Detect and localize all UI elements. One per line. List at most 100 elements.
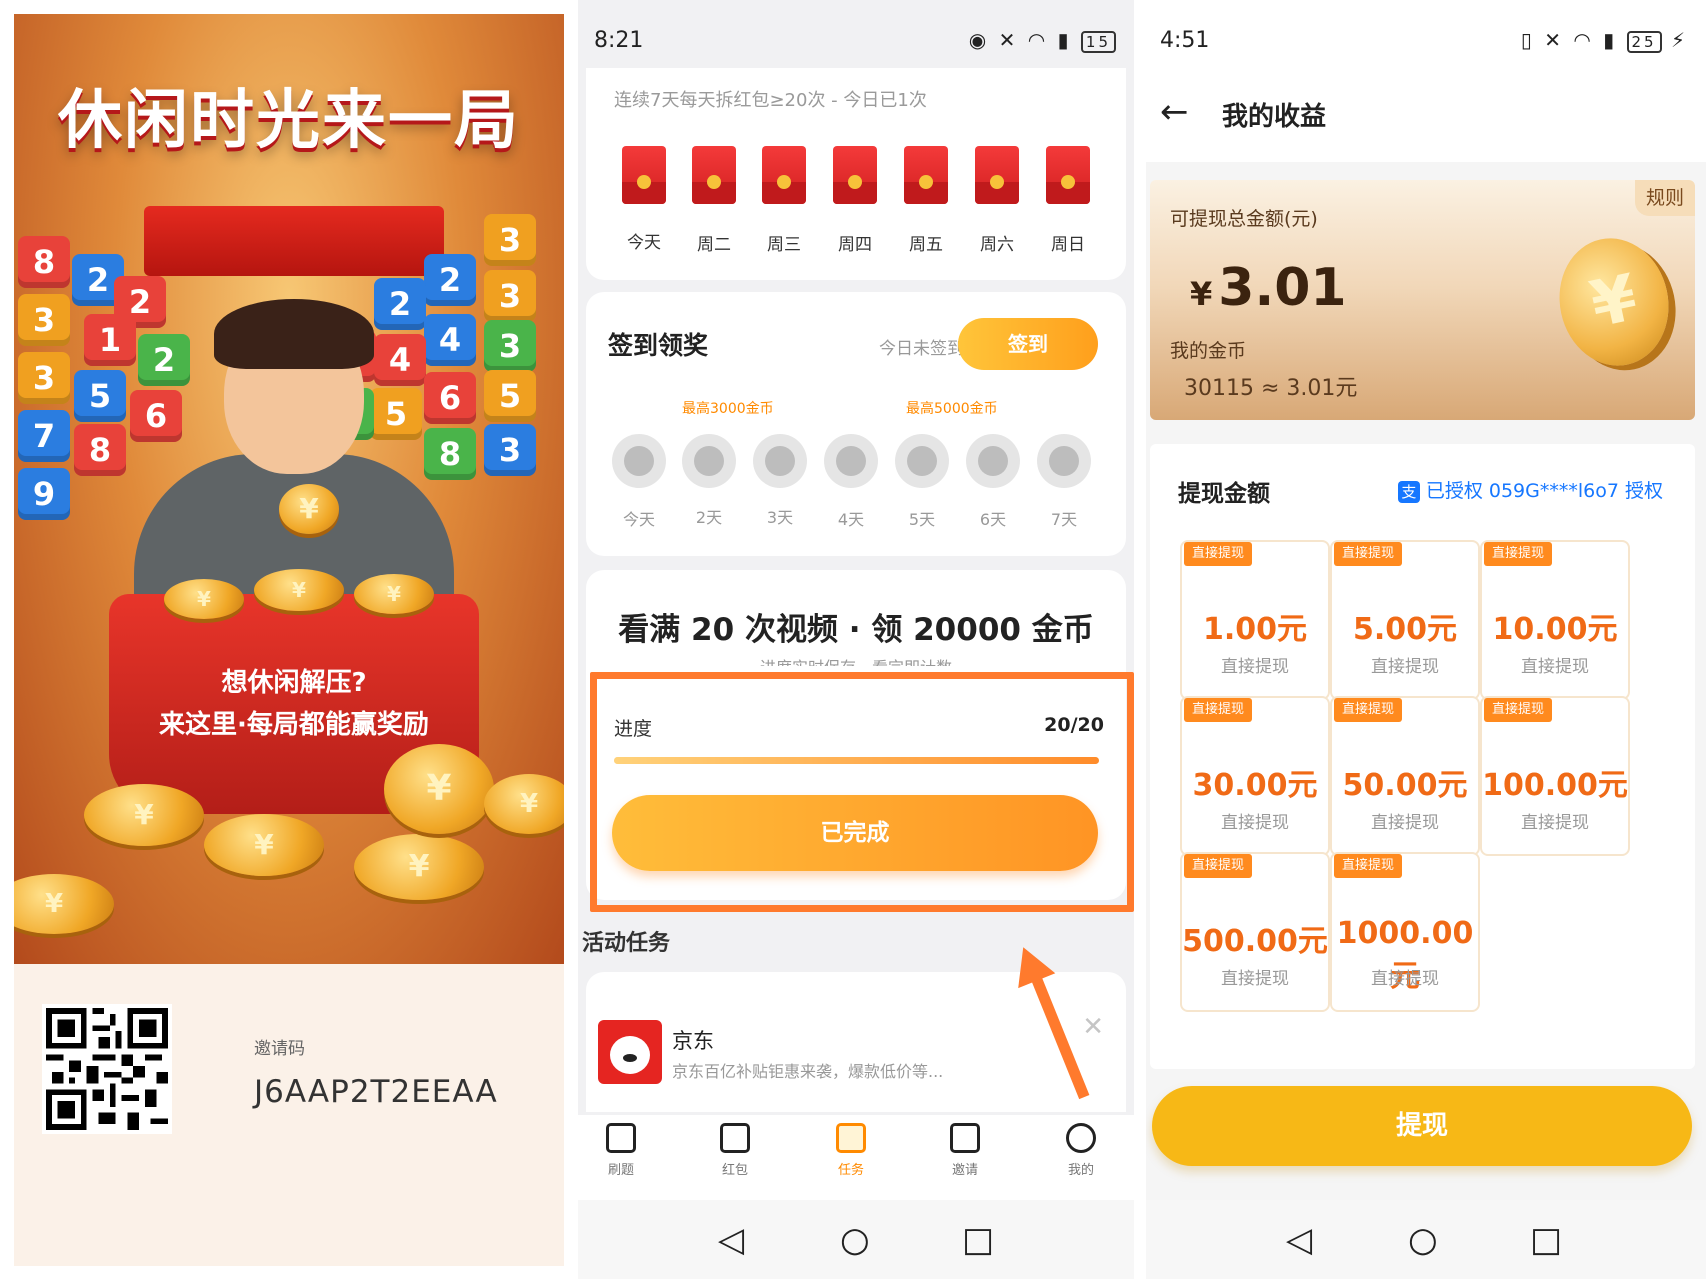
back-nav-icon[interactable]: ◁ xyxy=(718,1220,744,1260)
withdraw-card: 提现金额 支已授权 059G****l6o7 授权 直接提现 1.00元 直接提现直… xyxy=(1150,444,1695,1069)
withdraw-option-amount: 30.00元 xyxy=(1192,768,1318,803)
activity-item-desc: 京东百亿补贴钜惠来袭，爆款低价等... xyxy=(672,1062,944,1081)
auth-status[interactable]: 支已授权 059G****l6o7 授权 xyxy=(1397,476,1663,503)
red-envelope-icon[interactable] xyxy=(975,146,1019,204)
streak-day-label: 周三 xyxy=(767,235,801,255)
tab-tasks[interactable]: 任务 xyxy=(816,1123,886,1178)
recents-nav-icon[interactable]: □ xyxy=(962,1220,994,1260)
tab-label: 邀请 xyxy=(951,1163,978,1178)
number-tile: 2 xyxy=(138,334,190,386)
streak-day-label: 周二 xyxy=(697,235,731,255)
number-tile: 5 xyxy=(74,370,126,422)
signin-day-dot xyxy=(753,434,807,488)
number-tile: 1 xyxy=(84,314,136,366)
invite-code: J6AAP2T2EEAA xyxy=(254,1074,498,1110)
signin-day-label: 5天 xyxy=(908,510,936,529)
recents-nav-icon[interactable]: □ xyxy=(1530,1220,1562,1260)
withdraw-option[interactable]: 直接提现 5.00元 直接提现 xyxy=(1330,540,1480,700)
direct-withdraw-badge: 直接提现 xyxy=(1334,698,1403,722)
streak-day-label: 周六 xyxy=(980,235,1014,255)
direct-withdraw-badge: 直接提现 xyxy=(1484,542,1553,566)
withdraw-option-sub: 直接提现 xyxy=(1371,813,1439,833)
withdraw-button[interactable]: 提现 xyxy=(1152,1086,1692,1166)
pot-line-2: 来这里·每局都能赢奖励 xyxy=(159,710,429,740)
tab-invite[interactable]: 邀请 xyxy=(930,1123,1000,1178)
envelope-icon xyxy=(950,1123,980,1153)
withdraw-option-amount: 1.00元 xyxy=(1202,612,1308,647)
red-envelope-icon[interactable] xyxy=(692,146,736,204)
signin-title: 签到领奖 xyxy=(608,331,709,360)
balance-card: 规则 可提现总金额(元) ¥3.01 我的金币 30115 ≈ 3.01元 ¥ xyxy=(1150,180,1695,420)
coin-icon: ¥ xyxy=(484,774,564,834)
withdraw-option-sub: 直接提现 xyxy=(1221,657,1289,677)
home-nav-icon[interactable]: ○ xyxy=(1408,1220,1438,1260)
coins-value: 30115 ≈ 3.01元 xyxy=(1184,376,1358,401)
red-envelope-icon[interactable] xyxy=(622,146,666,204)
withdraw-option[interactable]: 直接提现 100.00元 直接提现 xyxy=(1480,696,1630,856)
tab-label: 红包 xyxy=(721,1163,748,1178)
poster-footer: 邀请码 J6AAP2T2EEAA xyxy=(14,964,564,1266)
coin-icon: ¥ xyxy=(14,874,114,934)
withdraw-option-amount: 10.00元 xyxy=(1492,612,1618,647)
withdraw-option[interactable]: 直接提现 30.00元 直接提现 xyxy=(1180,696,1330,856)
number-tile: 5 xyxy=(484,370,536,422)
close-icon[interactable]: ✕ xyxy=(1082,1012,1104,1042)
direct-withdraw-badge: 直接提现 xyxy=(1484,698,1553,722)
tab-profile[interactable]: 我的 xyxy=(1046,1123,1116,1178)
play-icon xyxy=(606,1123,636,1153)
reward-tag: 最高3000金币 xyxy=(682,401,774,417)
number-tile: 8 xyxy=(18,236,70,288)
status-bar: 8:21 ◉ ✕ ◠ ▮ 15 xyxy=(594,26,1116,60)
completed-button[interactable]: 已完成 xyxy=(612,795,1098,871)
back-nav-icon[interactable]: ◁ xyxy=(1286,1220,1312,1260)
progress-count: 20/20 xyxy=(1044,714,1104,736)
signin-day-dot xyxy=(966,434,1020,488)
highlight-box xyxy=(590,672,1134,912)
signin-day-label: 6天 xyxy=(979,510,1007,529)
withdraw-option[interactable]: 直接提现 10.00元 直接提现 xyxy=(1480,540,1630,700)
withdraw-option[interactable]: 直接提现 1.00元 直接提现 xyxy=(1180,540,1330,700)
status-icons: ◉ ✕ ◠ ▮ 15 xyxy=(969,28,1116,53)
wifi-icon: ◠ xyxy=(1027,28,1049,52)
streak-day-label: 周日 xyxy=(1051,235,1085,255)
withdraw-title: 提现金额 xyxy=(1178,481,1270,507)
coin-icon: ¥ xyxy=(354,834,484,900)
withdraw-option[interactable]: 直接提现 1000.00元 直接提现 xyxy=(1330,852,1480,1012)
coin-icon: ¥ xyxy=(354,574,434,614)
number-tile: 4 xyxy=(424,314,476,366)
red-envelope-icon[interactable] xyxy=(904,146,948,204)
back-arrow-icon[interactable]: ← xyxy=(1160,92,1189,132)
coin-icon: ¥ xyxy=(254,569,344,611)
number-tile: 4 xyxy=(374,334,426,386)
red-envelope-icon[interactable] xyxy=(833,146,877,204)
withdraw-option[interactable]: 直接提现 500.00元 直接提现 xyxy=(1180,852,1330,1012)
direct-withdraw-badge: 直接提现 xyxy=(1184,698,1253,722)
tab-questions[interactable]: 刷题 xyxy=(586,1123,656,1178)
withdraw-option[interactable]: 直接提现 50.00元 直接提现 xyxy=(1330,696,1480,856)
home-nav-icon[interactable]: ○ xyxy=(840,1220,870,1260)
number-tile: 3 xyxy=(484,320,536,372)
rules-button[interactable]: 规则 xyxy=(1635,180,1695,216)
tab-red-packet[interactable]: 红包 xyxy=(700,1123,770,1178)
red-envelope-icon[interactable] xyxy=(1046,146,1090,204)
number-tile: 3 xyxy=(18,352,70,404)
withdraw-option-amount: 5.00元 xyxy=(1352,612,1458,647)
direct-withdraw-badge: 直接提现 xyxy=(1334,542,1403,566)
coins-label: 我的金币 xyxy=(1170,340,1247,362)
number-tile: 2 xyxy=(374,278,426,330)
coin-icon: ¥ xyxy=(204,814,324,876)
activity-section-title: 活动任务 xyxy=(582,931,671,956)
signin-card: 签到领奖 今日未签到 签到 最高3000金币 最高5000金币 今天 2天 3天… xyxy=(586,292,1126,556)
earnings-screen: 4:51 ▯ ✕ ◠ ▮ 25 ⚡ ← 我的收益 规则 可提现总金额(元) ¥3… xyxy=(1146,0,1706,1279)
signin-button[interactable]: 签到 xyxy=(958,318,1098,370)
earnings-header: 4:51 ▯ ✕ ◠ ▮ 25 ⚡ ← 我的收益 xyxy=(1146,0,1706,162)
direct-withdraw-badge: 直接提现 xyxy=(1184,542,1253,566)
invite-code-label: 邀请码 xyxy=(254,1039,305,1059)
tab-label: 任务 xyxy=(837,1163,864,1178)
wifi-icon: ◠ xyxy=(1573,28,1594,52)
streak-day-label: 周五 xyxy=(909,235,943,255)
alipay-icon: 支 xyxy=(1397,481,1420,503)
red-envelope-icon[interactable] xyxy=(762,146,806,204)
progress-fill xyxy=(614,757,1099,764)
user-icon xyxy=(1066,1123,1096,1153)
